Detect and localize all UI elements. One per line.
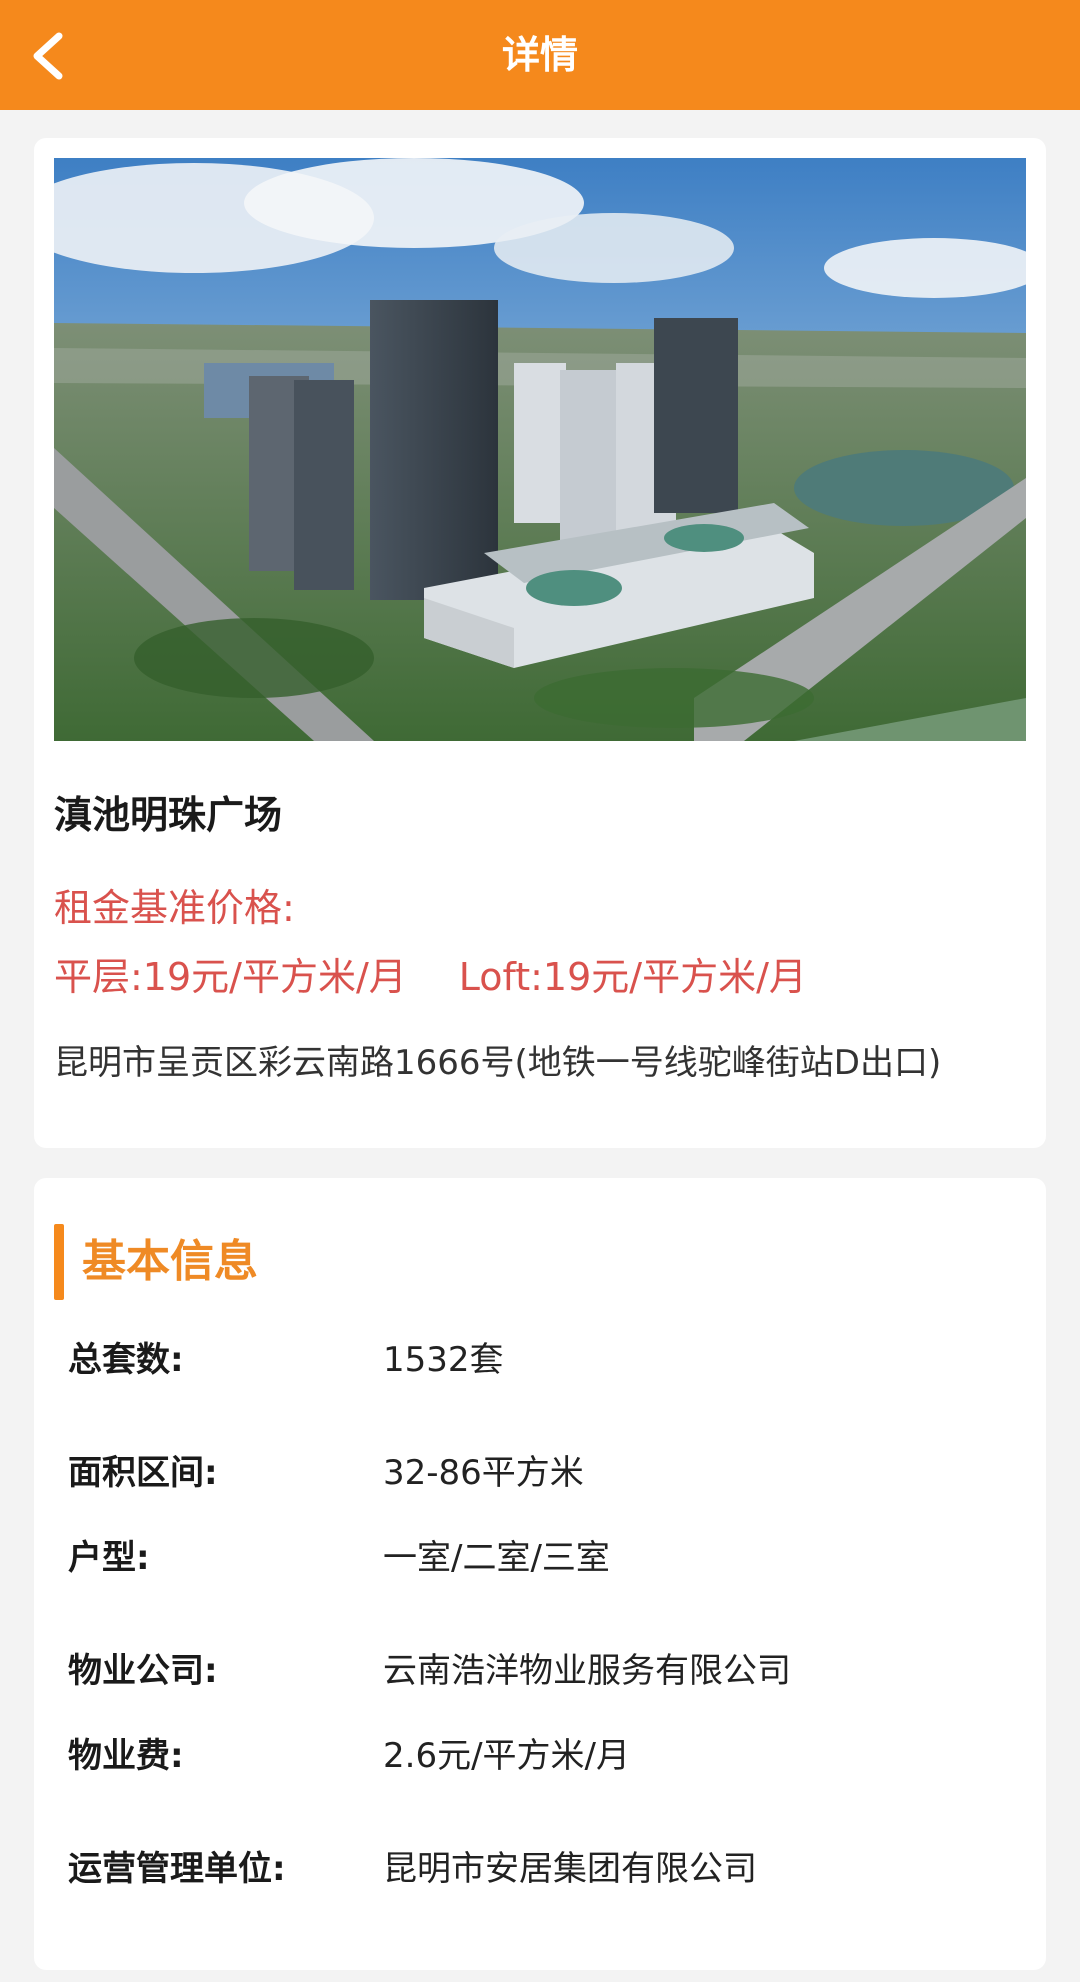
info-value: 云南浩洋物业服务有限公司 — [383, 1651, 791, 1691]
info-label: 面积区间: — [68, 1453, 218, 1493]
info-row-property-company: 物业公司: 云南浩洋物业服务有限公司 — [68, 1646, 1026, 1696]
info-value: 32-86平方米 — [383, 1453, 584, 1493]
info-label: 物业费: — [68, 1736, 184, 1776]
section-accent-bar — [54, 1224, 64, 1300]
info-label: 户型: — [68, 1538, 150, 1578]
section-title: 基本信息 — [82, 1236, 258, 1287]
info-value: 一室/二室/三室 — [383, 1538, 610, 1578]
page-title: 详情 — [501, 33, 578, 77]
info-row-layout: 户型: 一室/二室/三室 — [68, 1533, 1026, 1583]
price-flat: 平层:19元/平方米/月 — [54, 955, 407, 999]
app-header: 详情 — [0, 0, 1080, 110]
basic-info-card: 基本信息 总套数: 1532套 面积区间: 32-86平方米 户型: 一室/二室… — [34, 1178, 1046, 1970]
property-card: 滇池明珠广场 租金基准价格: 平层:19元/平方米/月 Loft:19元/平方米… — [34, 138, 1046, 1148]
price-label: 租金基准价格: — [54, 886, 295, 930]
building-photo[interactable] — [54, 158, 1026, 741]
info-label: 运营管理单位: — [68, 1849, 286, 1889]
property-address: 昆明市呈贡区彩云南路1666号(地铁一号线驼峰街站D出口) — [54, 1043, 942, 1083]
info-row-total-units: 总套数: 1532套 — [68, 1335, 1026, 1385]
info-row-area-range: 面积区间: 32-86平方米 — [68, 1448, 1026, 1498]
info-value: 昆明市安居集团有限公司 — [383, 1849, 757, 1889]
info-value: 1532套 — [383, 1340, 504, 1380]
info-row-property-fee: 物业费: 2.6元/平方米/月 — [68, 1731, 1026, 1781]
price-row: 平层:19元/平方米/月 Loft:19元/平方米/月 — [54, 952, 807, 1002]
price-loft: Loft:19元/平方米/月 — [458, 955, 807, 999]
info-value: 2.6元/平方米/月 — [383, 1736, 630, 1776]
info-row-operator: 运营管理单位: 昆明市安居集团有限公司 — [68, 1844, 1026, 1894]
info-label: 物业公司: — [68, 1651, 218, 1691]
info-label: 总套数: — [68, 1340, 184, 1380]
property-name: 滇池明珠广场 — [54, 793, 283, 837]
